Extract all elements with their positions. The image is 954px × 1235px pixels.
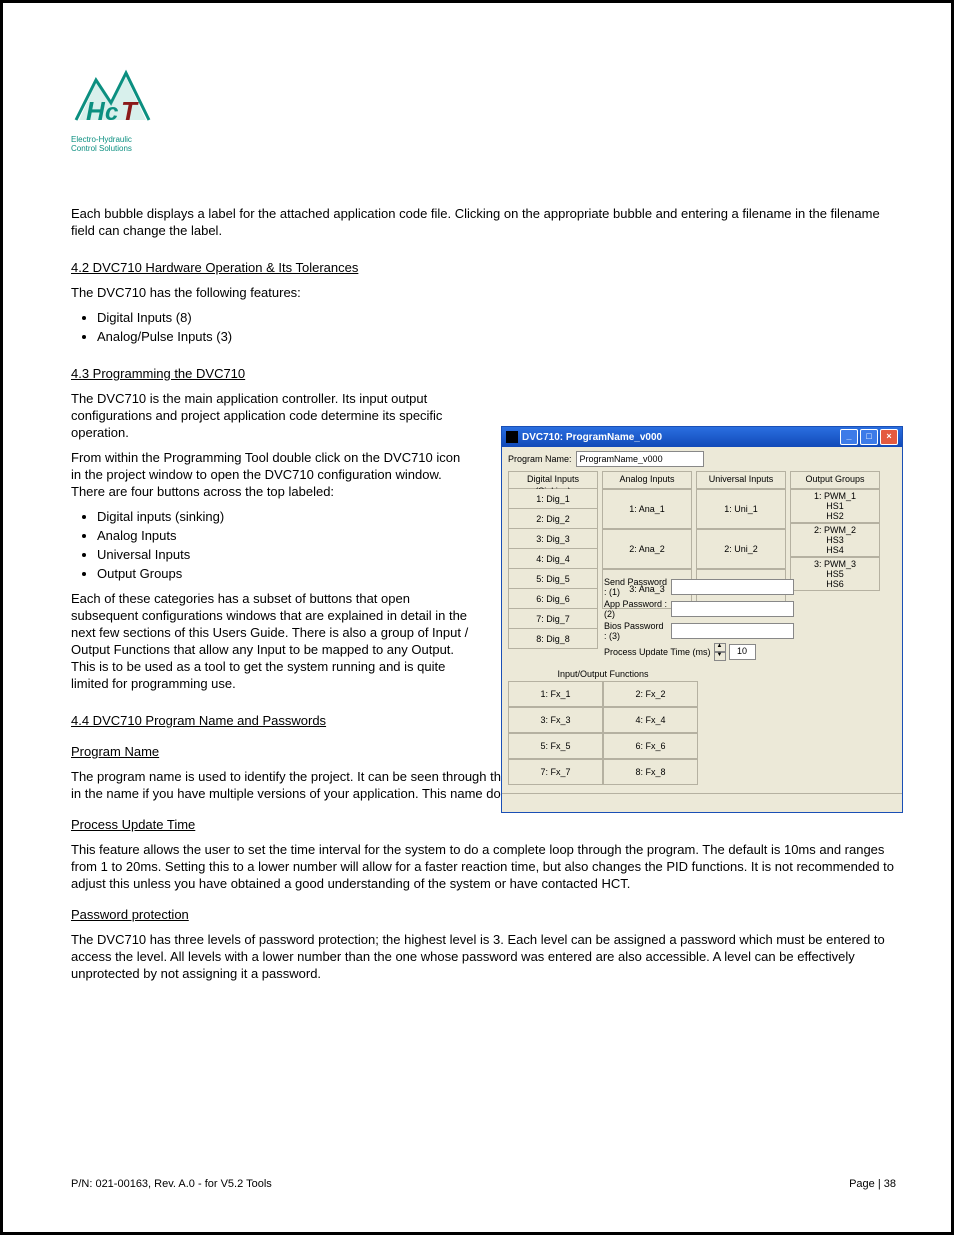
svg-text:H: H	[86, 96, 106, 126]
logo-subtext-2: Control Solutions	[71, 144, 156, 153]
analog-input-button[interactable]: 2: Ana_2	[602, 529, 692, 569]
app-password-label: App Password : (2)	[604, 599, 668, 619]
features-list: Digital Inputs (8) Analog/Pulse Inputs (…	[97, 309, 896, 345]
program-name-label: Program Name:	[508, 454, 572, 464]
analog-inputs-header[interactable]: Analog Inputs	[602, 471, 692, 489]
intro-paragraph: Each bubble displays a label for the att…	[71, 205, 896, 239]
digital-input-button[interactable]: 4: Dig_4	[508, 549, 598, 569]
io-function-button[interactable]: 2: Fx_2	[603, 681, 698, 707]
io-function-button[interactable]: 8: Fx_8	[603, 759, 698, 785]
send-password-input[interactable]	[671, 579, 794, 595]
footer-left: P/N: 021-00163, Rev. A.0 - for V5.2 Tool…	[71, 1178, 272, 1190]
title-bar[interactable]: DVC710: ProgramName_v000 _ □ ×	[502, 427, 902, 447]
buttons-list: Digital inputs (sinking) Analog Inputs U…	[97, 508, 471, 582]
password-heading: Password protection	[71, 906, 896, 923]
universal-input-button[interactable]: 1: Uni_1	[696, 489, 786, 529]
section-4-3-p3: Each of these categories has a subset of…	[71, 590, 471, 692]
bios-password-input[interactable]	[671, 623, 794, 639]
io-function-button[interactable]: 4: Fx_4	[603, 707, 698, 733]
svg-text:c: c	[105, 99, 118, 126]
list-item: Analog Inputs	[97, 527, 471, 544]
digital-input-button[interactable]: 8: Dig_8	[508, 629, 598, 649]
digital-input-button[interactable]: 7: Dig_7	[508, 609, 598, 629]
program-name-input[interactable]	[576, 451, 704, 467]
process-update-para: This feature allows the user to set the …	[71, 841, 896, 892]
io-functions-header: Input/Output Functions	[508, 667, 698, 681]
section-4-3-p1: The DVC710 is the main application contr…	[71, 390, 471, 441]
process-update-value[interactable]: 10	[729, 644, 756, 660]
list-item: Output Groups	[97, 565, 471, 582]
section-4-2-intro: The DVC710 has the following features:	[71, 284, 896, 301]
close-button[interactable]: ×	[880, 429, 898, 445]
list-item: Universal Inputs	[97, 546, 471, 563]
digital-input-button[interactable]: 1: Dig_1	[508, 489, 598, 509]
section-4-2-heading: 4.2 DVC710 Hardware Operation & Its Tole…	[71, 259, 896, 276]
section-4-3-p2: From within the Programming Tool double …	[71, 449, 471, 500]
io-function-button[interactable]: 7: Fx_7	[508, 759, 603, 785]
window-title: DVC710: ProgramName_v000	[522, 432, 840, 443]
process-update-heading: Process Update Time	[71, 816, 896, 833]
output-group-button[interactable]: 2: PWM_2HS3HS4	[790, 523, 880, 557]
logo-subtext-1: Electro-Hydraulic	[71, 135, 156, 144]
svg-text:T: T	[121, 96, 139, 126]
app-password-input[interactable]	[671, 601, 794, 617]
status-bar	[502, 793, 902, 812]
digital-input-button[interactable]: 6: Dig_6	[508, 589, 598, 609]
send-password-label: Send Password : (1)	[604, 577, 668, 597]
maximize-button[interactable]: □	[860, 429, 878, 445]
digital-input-button[interactable]: 3: Dig_3	[508, 529, 598, 549]
io-function-button[interactable]: 5: Fx_5	[508, 733, 603, 759]
window-icon	[506, 431, 518, 443]
section-4-3-heading: 4.3 Programming the DVC710	[71, 365, 471, 382]
output-group-button[interactable]: 1: PWM_1HS1HS2	[790, 489, 880, 523]
list-item: Digital Inputs (8)	[97, 309, 896, 326]
minimize-button[interactable]: _	[840, 429, 858, 445]
digital-input-button[interactable]: 5: Dig_5	[508, 569, 598, 589]
footer-right: Page | 38	[849, 1178, 896, 1190]
output-groups-header[interactable]: Output Groups	[790, 471, 880, 489]
list-item: Digital inputs (sinking)	[97, 508, 471, 525]
digital-input-button[interactable]: 2: Dig_2	[508, 509, 598, 529]
io-function-button[interactable]: 3: Fx_3	[508, 707, 603, 733]
list-item: Analog/Pulse Inputs (3)	[97, 328, 896, 345]
digital-inputs-header[interactable]: Digital Inputs (Sinking)	[508, 471, 598, 489]
process-update-label: Process Update Time (ms)	[604, 647, 711, 657]
logo: H c T Electro-Hydraulic Control Solution…	[71, 65, 156, 150]
io-function-button[interactable]: 6: Fx_6	[603, 733, 698, 759]
io-function-button[interactable]: 1: Fx_1	[508, 681, 603, 707]
output-group-button[interactable]: 3: PWM_3HS5HS6	[790, 557, 880, 591]
process-update-stepper[interactable]: ▲▼	[714, 643, 726, 661]
analog-input-button[interactable]: 1: Ana_1	[602, 489, 692, 529]
password-para: The DVC710 has three levels of password …	[71, 931, 896, 982]
dvc710-window: DVC710: ProgramName_v000 _ □ × Program N…	[501, 426, 903, 813]
universal-inputs-header[interactable]: Universal Inputs	[696, 471, 786, 489]
universal-input-button[interactable]: 2: Uni_2	[696, 529, 786, 569]
bios-password-label: Bios Password : (3)	[604, 621, 668, 641]
